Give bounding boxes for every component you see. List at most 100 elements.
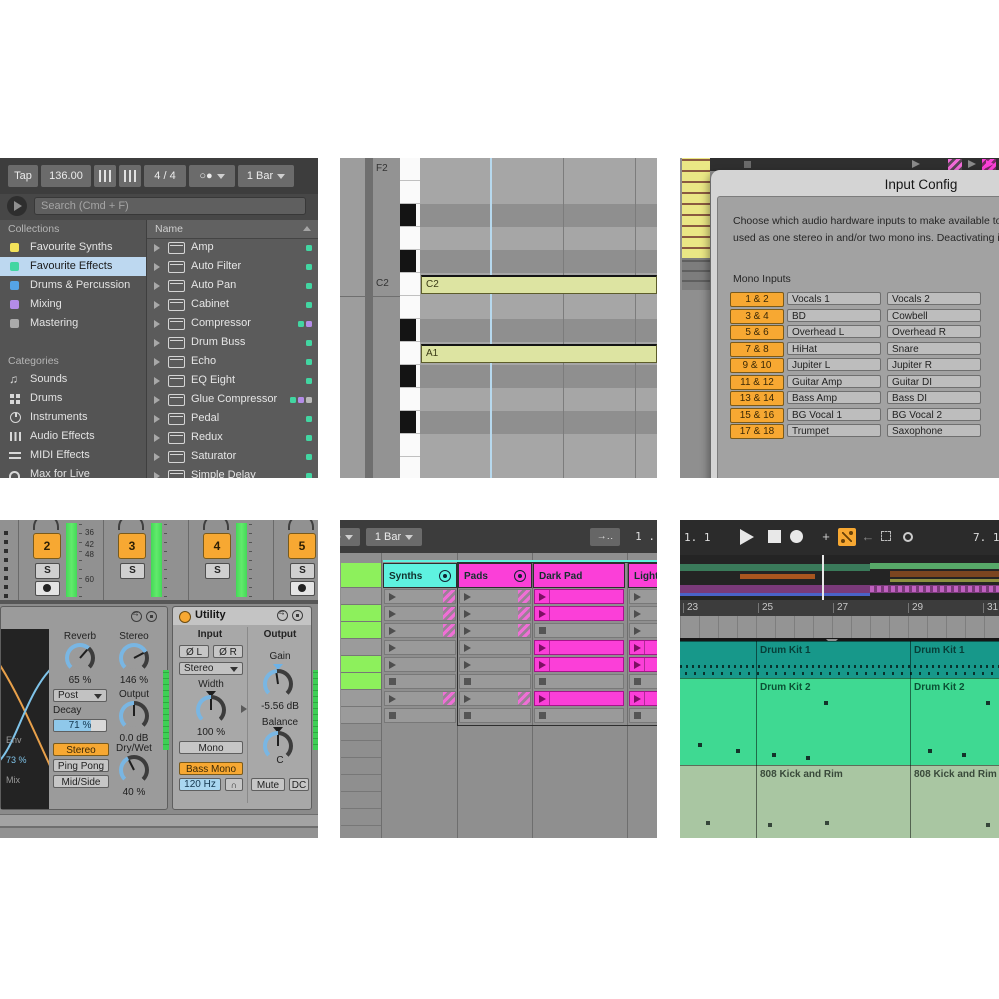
category-item[interactable]: Instruments (0, 408, 146, 427)
scrub-area[interactable] (680, 616, 999, 638)
clip-slot[interactable] (534, 708, 624, 723)
save-preset-icon[interactable] (292, 610, 303, 621)
ping-pong-button[interactable]: Ping Pong (53, 759, 109, 772)
device-list-row[interactable]: Pedal (147, 409, 318, 428)
piano-roll-lane[interactable] (420, 204, 657, 227)
dc-button[interactable]: DC (289, 778, 309, 791)
scene-slot[interactable] (341, 826, 381, 838)
hot-swap-icon[interactable] (277, 610, 288, 621)
input-name-field[interactable]: Overhead L (787, 325, 881, 338)
scene-slot[interactable] (341, 775, 381, 792)
white-key[interactable] (400, 158, 420, 181)
scene-slot[interactable] (341, 792, 381, 809)
input-name-field[interactable]: BG Vocal 1 (787, 408, 881, 421)
mute-button[interactable]: Mute (251, 778, 285, 791)
midi-note[interactable]: A1 (421, 344, 657, 363)
clip-slot[interactable] (534, 674, 624, 689)
arrangement-overview[interactable] (680, 555, 999, 600)
pan-knob-arc[interactable] (33, 520, 59, 530)
clip-slot[interactable] (384, 657, 456, 672)
white-key[interactable] (400, 227, 420, 250)
clip-slot[interactable] (459, 708, 531, 723)
yellow-clip-column[interactable] (682, 158, 710, 258)
white-key[interactable] (400, 342, 420, 365)
expand-triangle-icon[interactable] (154, 453, 160, 461)
back-to-arrangement-button[interactable]: ← (859, 528, 877, 546)
scene-slot[interactable] (341, 724, 381, 741)
stop-button[interactable] (768, 530, 781, 543)
clip-slot[interactable] (384, 640, 456, 655)
dry-wet-knob[interactable] (119, 755, 149, 785)
nudge-up-button[interactable] (119, 165, 141, 187)
category-item[interactable]: Audio Effects (0, 427, 146, 446)
device-list-row[interactable]: Amp (147, 238, 318, 257)
input-name-field[interactable]: BD (787, 309, 881, 322)
playhead[interactable] (490, 158, 492, 478)
clip-slot[interactable] (459, 589, 531, 604)
bass-mono-button[interactable]: Bass Mono (179, 762, 243, 775)
scene-slot[interactable] (341, 741, 381, 758)
metronome-button[interactable]: ● (340, 528, 360, 546)
dry-wet-value[interactable]: 40 % (109, 787, 159, 798)
input-name-field[interactable]: Vocals 2 (887, 292, 981, 305)
input-pair-button[interactable]: 5 & 6 (730, 325, 784, 340)
black-key[interactable] (400, 319, 420, 342)
metronome-button[interactable]: ○● (189, 165, 235, 187)
width-knob[interactable] (196, 695, 226, 725)
stereo-mode-button[interactable]: Stereo (53, 743, 109, 756)
clip-slot[interactable] (459, 674, 531, 689)
clip-slot[interactable] (534, 640, 624, 655)
track-header[interactable]: Synths (383, 563, 457, 588)
nudge-down-button[interactable] (94, 165, 116, 187)
clip-slot[interactable] (534, 606, 624, 621)
clip-slot[interactable] (384, 674, 456, 689)
record-button[interactable] (790, 530, 803, 543)
expand-triangle-icon[interactable] (154, 472, 160, 478)
input-pair-button[interactable]: 7 & 8 (730, 342, 784, 357)
expand-triangle-icon[interactable] (154, 339, 160, 347)
device-on-toggle[interactable] (179, 611, 191, 623)
song-position[interactable]: 1. 1 (684, 531, 711, 544)
arrangement-track[interactable]: Drum Kit 2Drum Kit 2 (680, 678, 999, 766)
scene-slot[interactable] (341, 758, 381, 775)
piano-roll-lane[interactable] (420, 365, 657, 388)
clip-slot[interactable] (534, 657, 624, 672)
draw-mode-button[interactable] (878, 528, 896, 546)
input-pair-button[interactable]: 3 & 4 (730, 309, 784, 324)
clip-slot[interactable] (629, 691, 657, 706)
black-key[interactable] (400, 250, 420, 273)
phase-left-button[interactable]: Ø L (179, 645, 209, 658)
time-signature-field[interactable]: 4 / 4 (144, 165, 186, 187)
beat-time-ruler[interactable]: 2325272931 (680, 600, 999, 616)
automation-arm-button[interactable] (838, 528, 856, 546)
collection-item[interactable]: Mixing (0, 295, 146, 314)
piano-roll-lane[interactable] (420, 319, 657, 342)
input-name-field[interactable]: Snare (887, 342, 981, 355)
solo-button[interactable]: S (35, 563, 60, 579)
expand-triangle-icon[interactable] (154, 396, 160, 404)
solo-button[interactable]: S (290, 563, 315, 579)
expand-triangle-icon[interactable] (154, 301, 160, 309)
clip-slot[interactable] (629, 640, 657, 655)
clip-slot[interactable] (534, 589, 624, 604)
device-list-row[interactable]: Glue Compressor (147, 390, 318, 409)
balance-value[interactable]: C (249, 755, 311, 766)
white-key[interactable] (400, 434, 420, 457)
clip-slot[interactable] (459, 640, 531, 655)
arrangement-track[interactable]: Drum Kit 1Drum Kit 1 (680, 641, 999, 679)
midi-note[interactable]: C2 (421, 275, 657, 294)
empty-clip-column[interactable] (682, 258, 710, 290)
track-activator-button[interactable]: 4 (203, 533, 231, 559)
pan-knob-arc[interactable] (118, 520, 144, 530)
piano-roll-lane[interactable] (420, 181, 657, 204)
input-name-field[interactable]: BG Vocal 2 (887, 408, 981, 421)
mono-button[interactable]: Mono (179, 741, 243, 754)
collection-item[interactable]: Favourite Effects (0, 257, 146, 276)
phase-right-button[interactable]: Ø R (213, 645, 243, 658)
collection-item[interactable]: Mastering (0, 314, 146, 333)
clip-slot[interactable] (629, 623, 657, 638)
track-activator-button[interactable]: 2 (33, 533, 61, 559)
scene-clip[interactable] (341, 605, 381, 622)
clip-play-button[interactable] (986, 160, 994, 168)
save-preset-icon[interactable] (146, 611, 157, 622)
